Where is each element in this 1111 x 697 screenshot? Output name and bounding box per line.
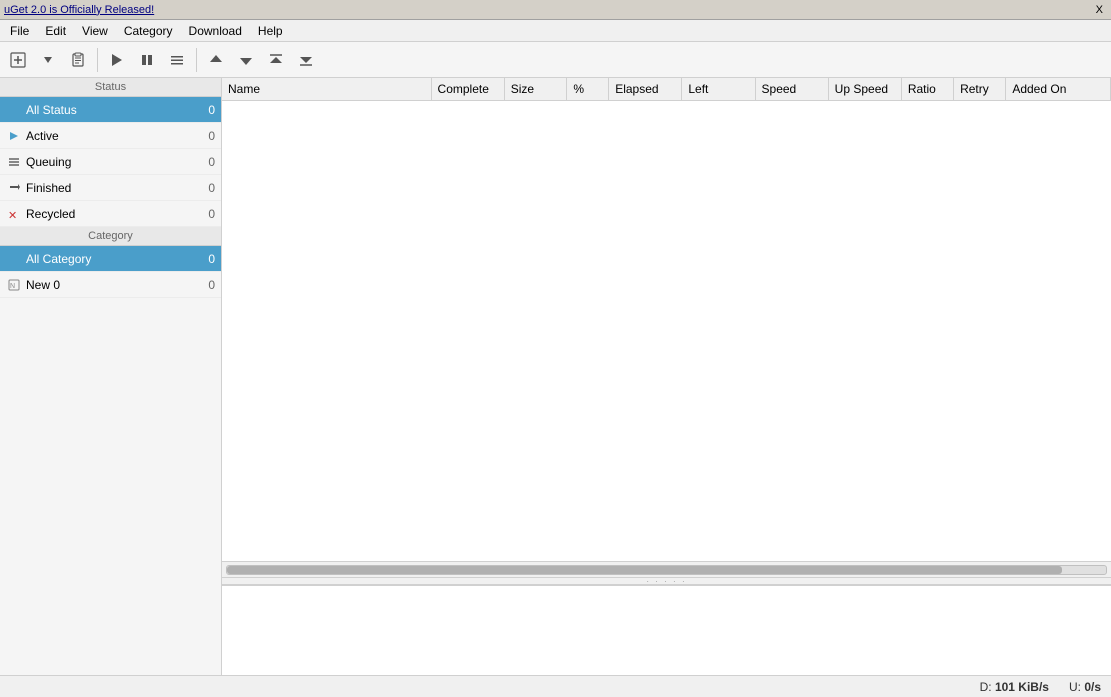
recycled-label: Recycled	[26, 207, 204, 221]
all-status-label: All Status	[26, 103, 204, 117]
sidebar-item-all-status[interactable]: All Status 0	[0, 97, 221, 123]
recycled-count: 0	[208, 207, 215, 221]
horizontal-scrollbar[interactable]	[222, 561, 1111, 577]
pause-button[interactable]	[133, 46, 161, 74]
active-icon	[6, 128, 22, 144]
menu-edit[interactable]: Edit	[37, 22, 74, 40]
main-area: Status All Status 0 Active 0	[0, 78, 1111, 675]
all-category-icon	[6, 251, 22, 267]
status-bar: D: 101 KiB/s U: 0/s	[0, 675, 1111, 697]
svg-text:N: N	[10, 283, 15, 290]
move-down-icon	[239, 53, 253, 67]
finished-label: Finished	[26, 181, 204, 195]
new0-count: 0	[208, 278, 215, 292]
play-icon	[110, 53, 124, 67]
move-bottom-button[interactable]	[292, 46, 320, 74]
resize-handle[interactable]: · · · · ·	[222, 577, 1111, 585]
properties-button[interactable]	[163, 46, 191, 74]
bottom-panel	[222, 585, 1111, 675]
finished-count: 0	[208, 181, 215, 195]
sidebar-item-active[interactable]: Active 0	[0, 123, 221, 149]
col-complete[interactable]: Complete	[431, 78, 504, 101]
menu-file[interactable]: File	[2, 22, 37, 40]
downloads-list: Name Complete Size % Elapsed Left Speed …	[222, 78, 1111, 101]
scrollbar-thumb[interactable]	[227, 566, 1062, 574]
move-top-icon	[269, 53, 283, 67]
upload-speed-display: U: 0/s	[1069, 680, 1101, 694]
content-area: Name Complete Size % Elapsed Left Speed …	[222, 78, 1111, 675]
close-button[interactable]: X	[1092, 4, 1107, 16]
queuing-count: 0	[208, 155, 215, 169]
menu-bar: File Edit View Category Download Help	[0, 20, 1111, 42]
pause-icon	[140, 53, 154, 67]
col-name[interactable]: Name	[222, 78, 431, 101]
new-download-button[interactable]	[4, 46, 32, 74]
sidebar: Status All Status 0 Active 0	[0, 78, 222, 675]
menu-download[interactable]: Download	[181, 22, 250, 40]
dropdown-arrow-button[interactable]	[34, 46, 62, 74]
active-count: 0	[208, 129, 215, 143]
sidebar-item-recycled[interactable]: ✕ Recycled 0	[0, 201, 221, 227]
col-elapsed[interactable]: Elapsed	[609, 78, 682, 101]
download-speed-display: D: 101 KiB/s	[980, 680, 1049, 694]
sidebar-item-finished[interactable]: Finished 0	[0, 175, 221, 201]
col-upspeed[interactable]: Up Speed	[828, 78, 901, 101]
move-down-button[interactable]	[232, 46, 260, 74]
sidebar-item-queuing[interactable]: Queuing 0	[0, 149, 221, 175]
toolbar-separator-2	[196, 48, 197, 72]
sidebar-item-new0[interactable]: N New 0 0	[0, 272, 221, 298]
download-label: D:	[980, 680, 992, 694]
col-retry[interactable]: Retry	[954, 78, 1006, 101]
all-status-icon	[6, 102, 22, 118]
new0-icon: N	[6, 277, 22, 293]
col-size[interactable]: Size	[504, 78, 567, 101]
upload-label: U:	[1069, 680, 1081, 694]
dropdown-icon	[43, 55, 53, 65]
status-section-header: Status	[0, 78, 221, 97]
queuing-icon	[6, 154, 22, 170]
col-speed[interactable]: Speed	[755, 78, 828, 101]
all-category-label: All Category	[26, 252, 204, 266]
move-bottom-icon	[299, 53, 313, 67]
title-bar: uGet 2.0 is Officially Released! X	[0, 0, 1111, 20]
finished-icon	[6, 180, 22, 196]
clipboard-icon	[70, 52, 86, 68]
toolbar-separator-1	[97, 48, 98, 72]
all-category-count: 0	[208, 252, 215, 266]
title-text: uGet 2.0 is Officially Released!	[4, 4, 154, 16]
move-up-icon	[209, 53, 223, 67]
menu-category[interactable]: Category	[116, 22, 181, 40]
col-ratio[interactable]: Ratio	[901, 78, 953, 101]
col-percent[interactable]: %	[567, 78, 609, 101]
menu-help[interactable]: Help	[250, 22, 291, 40]
upload-speed: 0/s	[1084, 680, 1101, 694]
new0-label: New 0	[26, 278, 204, 292]
svg-text:✕: ✕	[8, 210, 17, 220]
queuing-label: Queuing	[26, 155, 204, 169]
toolbar	[0, 42, 1111, 78]
menu-view[interactable]: View	[74, 22, 116, 40]
move-top-button[interactable]	[262, 46, 290, 74]
col-left[interactable]: Left	[682, 78, 755, 101]
add-download-icon	[10, 52, 26, 68]
start-button[interactable]	[103, 46, 131, 74]
download-speed: 101 KiB/s	[995, 680, 1049, 694]
recycle-icon: ✕	[6, 206, 22, 222]
sidebar-item-all-category[interactable]: All Category 0	[0, 246, 221, 272]
download-table[interactable]: Name Complete Size % Elapsed Left Speed …	[222, 78, 1111, 561]
scrollbar-track[interactable]	[226, 565, 1107, 575]
col-addedon[interactable]: Added On	[1006, 78, 1111, 101]
grab-clipboard-button[interactable]	[64, 46, 92, 74]
move-up-button[interactable]	[202, 46, 230, 74]
category-section-header: Category	[0, 227, 221, 246]
properties-icon	[170, 53, 184, 67]
all-status-count: 0	[208, 103, 215, 117]
active-label: Active	[26, 129, 204, 143]
